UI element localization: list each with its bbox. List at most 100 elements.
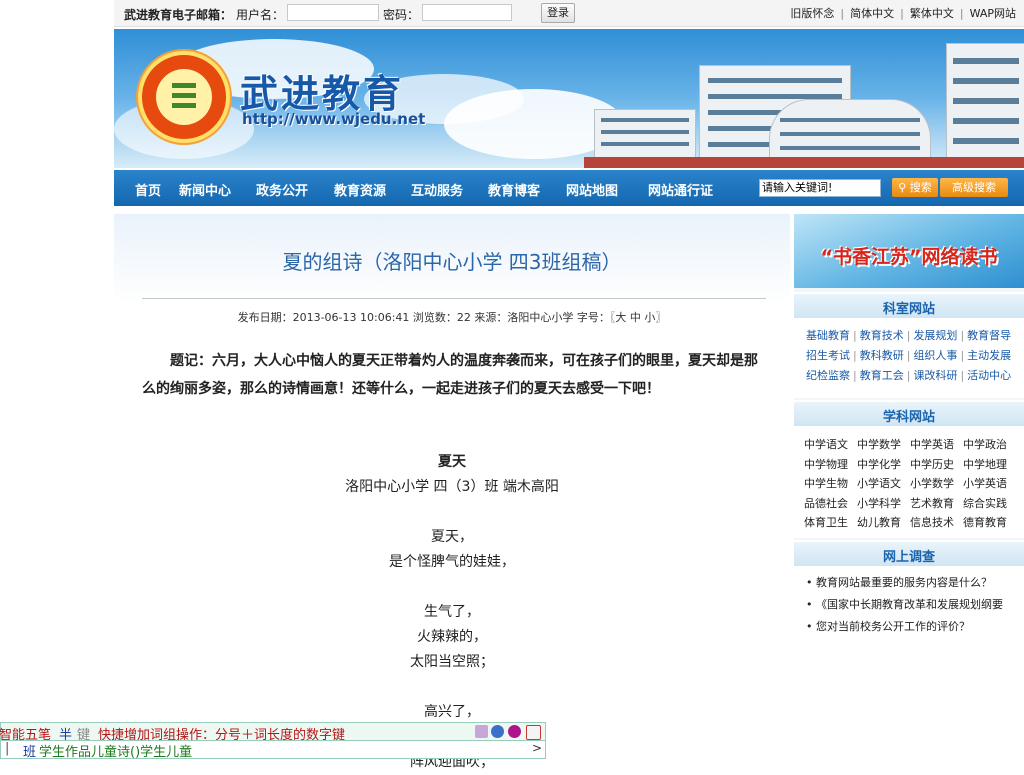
subject-link[interactable]: 小学语文 xyxy=(857,474,910,494)
subject-link[interactable]: 中学物理 xyxy=(804,455,857,475)
dept-link[interactable]: 组织人事 xyxy=(913,349,957,362)
ime-status-bar[interactable]: 智能五笔 半 键 快捷增加词组操作：分号＋词长度的数字键 xyxy=(0,722,546,743)
ime-settings-icon[interactable] xyxy=(475,725,488,738)
dept-link[interactable]: 发展规划 xyxy=(913,329,957,342)
subject-link[interactable]: 小学数学 xyxy=(910,474,963,494)
top-bar: 武进教育电子邮箱： 用户名： 密码： 登录 旧版怀念 | 简体中文 | 繁体中文 | WAP… xyxy=(114,0,1024,27)
ime-candidate-divider: | xyxy=(5,741,10,756)
logo-emblem xyxy=(156,69,212,125)
search-button-label: 搜索 xyxy=(909,181,932,194)
subject-link[interactable]: 中学化学 xyxy=(857,455,910,475)
subject-link[interactable]: 中学数学 xyxy=(857,435,910,455)
username-field[interactable] xyxy=(287,4,379,21)
ime-composition: 学生作品儿童诗()学生儿童 xyxy=(39,745,193,760)
traditional-chinese-link[interactable]: 繁体中文 xyxy=(910,7,954,20)
separator: | xyxy=(900,7,904,20)
section-header: 网上调查 xyxy=(794,540,1024,566)
article-meta: 发布日期：2013-06-13 10:06:41 浏览数：22 来源：洛阳中心小… xyxy=(237,311,667,324)
link-row: 招生考试 | 教科教研 | 组织人事 | 主动发展 xyxy=(806,349,1012,362)
subject-link[interactable]: 中学生物 xyxy=(804,474,857,494)
subject-link[interactable]: 幼儿教育 xyxy=(857,513,910,533)
section-title: 科室网站 xyxy=(882,302,935,317)
subject-link[interactable]: 中学语文 xyxy=(804,435,857,455)
nav-resources[interactable]: 教育资源 xyxy=(334,180,386,199)
reading-banner[interactable]: “书香江苏”网络读书 xyxy=(794,214,1024,288)
survey-item[interactable]: 《国家中长期教育改革和发展规划纲要 xyxy=(806,594,1021,616)
subject-link[interactable]: 品德社会 xyxy=(804,494,857,514)
dept-link[interactable]: 教育工会 xyxy=(860,369,904,382)
section-header: 科室网站 xyxy=(794,292,1024,318)
link-row: 纪检监察 | 教育工会 | 课改科研 | 活动中心 xyxy=(806,369,1012,382)
article-title: 夏的组诗（洛阳中心小学 四3班组稿） xyxy=(282,250,622,274)
password-label: 密码： xyxy=(383,8,420,22)
running-track xyxy=(584,157,1024,168)
dept-link[interactable]: 主动发展 xyxy=(967,349,1011,362)
nav-home[interactable]: 首页 xyxy=(135,180,161,199)
ime-composition-prefix: 班 xyxy=(23,745,37,760)
password-field[interactable] xyxy=(422,4,512,21)
link-row: 基础教育 | 教育技术 | 发展规划 | 教育督导 xyxy=(806,329,1012,342)
survey-panel: 教育网站最重要的服务内容是什么？ 《国家中长期教育改革和发展规划纲要 您对当前校… xyxy=(794,566,1024,772)
email-login-title: 武进教育电子邮箱： xyxy=(124,8,233,22)
nav-gov-affairs[interactable]: 政务公开 xyxy=(256,180,308,199)
divider xyxy=(142,298,766,299)
ime-candidate-bar[interactable]: | 班 学生作品儿童诗()学生儿童 > xyxy=(0,740,546,760)
subject-link[interactable]: 中学地理 xyxy=(963,455,1016,475)
top-links: 旧版怀念 | 简体中文 | 繁体中文 | WAP网站 xyxy=(790,5,1016,21)
subject-link[interactable]: 体育卫生 xyxy=(804,513,857,533)
subject-link[interactable]: 中学政治 xyxy=(963,435,1016,455)
separator: | xyxy=(959,7,964,20)
subject-link[interactable]: 德育教育 xyxy=(963,513,1016,533)
subject-link[interactable]: 中学英语 xyxy=(910,435,963,455)
dept-link[interactable]: 纪检监察 xyxy=(806,369,850,382)
dept-link[interactable]: 基础教育 xyxy=(806,329,850,342)
subject-link[interactable]: 中学历史 xyxy=(910,455,963,475)
poem-line: 夏天， xyxy=(431,529,473,545)
dept-link[interactable]: 活动中心 xyxy=(967,369,1011,382)
old-version-link[interactable]: 旧版怀念 xyxy=(790,7,834,20)
section-title: 网上调查 xyxy=(882,550,935,565)
nav-sitemap[interactable]: 网站地图 xyxy=(566,180,618,199)
site-url: http://www.wjedu.net xyxy=(242,110,426,128)
main-nav: 首页 新闻中心 政务公开 教育资源 互动服务 教育博客 网站地图 网站通行证 请… xyxy=(114,170,1024,206)
subject-link[interactable]: 小学英语 xyxy=(963,474,1016,494)
dept-link[interactable]: 教育技术 xyxy=(860,329,904,342)
dept-link[interactable]: 教科教研 xyxy=(860,349,904,362)
ime-menu-icon[interactable] xyxy=(526,725,541,740)
ime-search-icon[interactable] xyxy=(491,725,504,738)
search-input[interactable]: 请输入关键词! xyxy=(759,179,881,197)
logo-stripe xyxy=(172,83,196,88)
login-button[interactable]: 登录 xyxy=(541,3,575,23)
survey-item[interactable]: 教育网站最重要的服务内容是什么？ xyxy=(806,572,1021,594)
subject-link[interactable]: 综合实践 xyxy=(963,494,1016,514)
nav-interactive[interactable]: 互动服务 xyxy=(411,180,463,199)
subject-grid: 中学语文 中学数学 中学英语 中学政治 中学物理 中学化学 中学历史 中学地理 中学生物 小学… xyxy=(804,435,1016,533)
search-button[interactable]: ⚲ 搜索 xyxy=(892,178,938,197)
nav-passport[interactable]: 网站通行证 xyxy=(648,180,713,199)
poem-line: 是个怪脾气的娃娃， xyxy=(389,554,515,570)
nav-blog[interactable]: 教育博客 xyxy=(488,180,540,199)
username-label: 用户名： xyxy=(236,8,285,22)
simplified-chinese-link[interactable]: 简体中文 xyxy=(850,7,894,20)
poem-line: 生气了， xyxy=(424,604,480,620)
survey-list: 教育网站最重要的服务内容是什么？ 《国家中长期教育改革和发展规划纲要 您对当前校… xyxy=(806,572,1021,638)
building-image xyxy=(594,109,696,159)
nav-news[interactable]: 新闻中心 xyxy=(179,180,231,199)
advanced-search-button[interactable]: 高级搜索 xyxy=(940,178,1008,197)
sidebar: “书香江苏”网络读书 科室网站 基础教育 | 教育技术 | 发展规划 | 教育督导 招生考试… xyxy=(794,214,1024,772)
ime-next-page-icon[interactable]: > xyxy=(532,741,542,755)
poem-line: 太阳当空照； xyxy=(410,654,494,670)
poem-line: 火辣辣的， xyxy=(417,629,487,645)
subject-link[interactable]: 小学科学 xyxy=(857,494,910,514)
survey-item[interactable]: 您对当前校务公开工作的评价？ xyxy=(806,616,1021,638)
subject-link[interactable]: 艺术教育 xyxy=(910,494,963,514)
dept-link[interactable]: 招生考试 xyxy=(806,349,850,362)
ime-skin-icon[interactable] xyxy=(508,725,521,738)
wap-site-link[interactable]: WAP网站 xyxy=(970,7,1016,20)
subject-link[interactable]: 信息技术 xyxy=(910,513,963,533)
dept-link[interactable]: 教育督导 xyxy=(967,329,1011,342)
dept-link[interactable]: 课改科研 xyxy=(913,369,957,382)
subject-links: 中学语文 中学数学 中学英语 中学政治 中学物理 中学化学 中学历史 中学地理 中学生物 小学… xyxy=(794,426,1024,538)
header-banner: 武进教育 http://www.wjedu.net xyxy=(114,29,1024,168)
reading-banner-text: “书香江苏”网络读书 xyxy=(820,246,998,268)
